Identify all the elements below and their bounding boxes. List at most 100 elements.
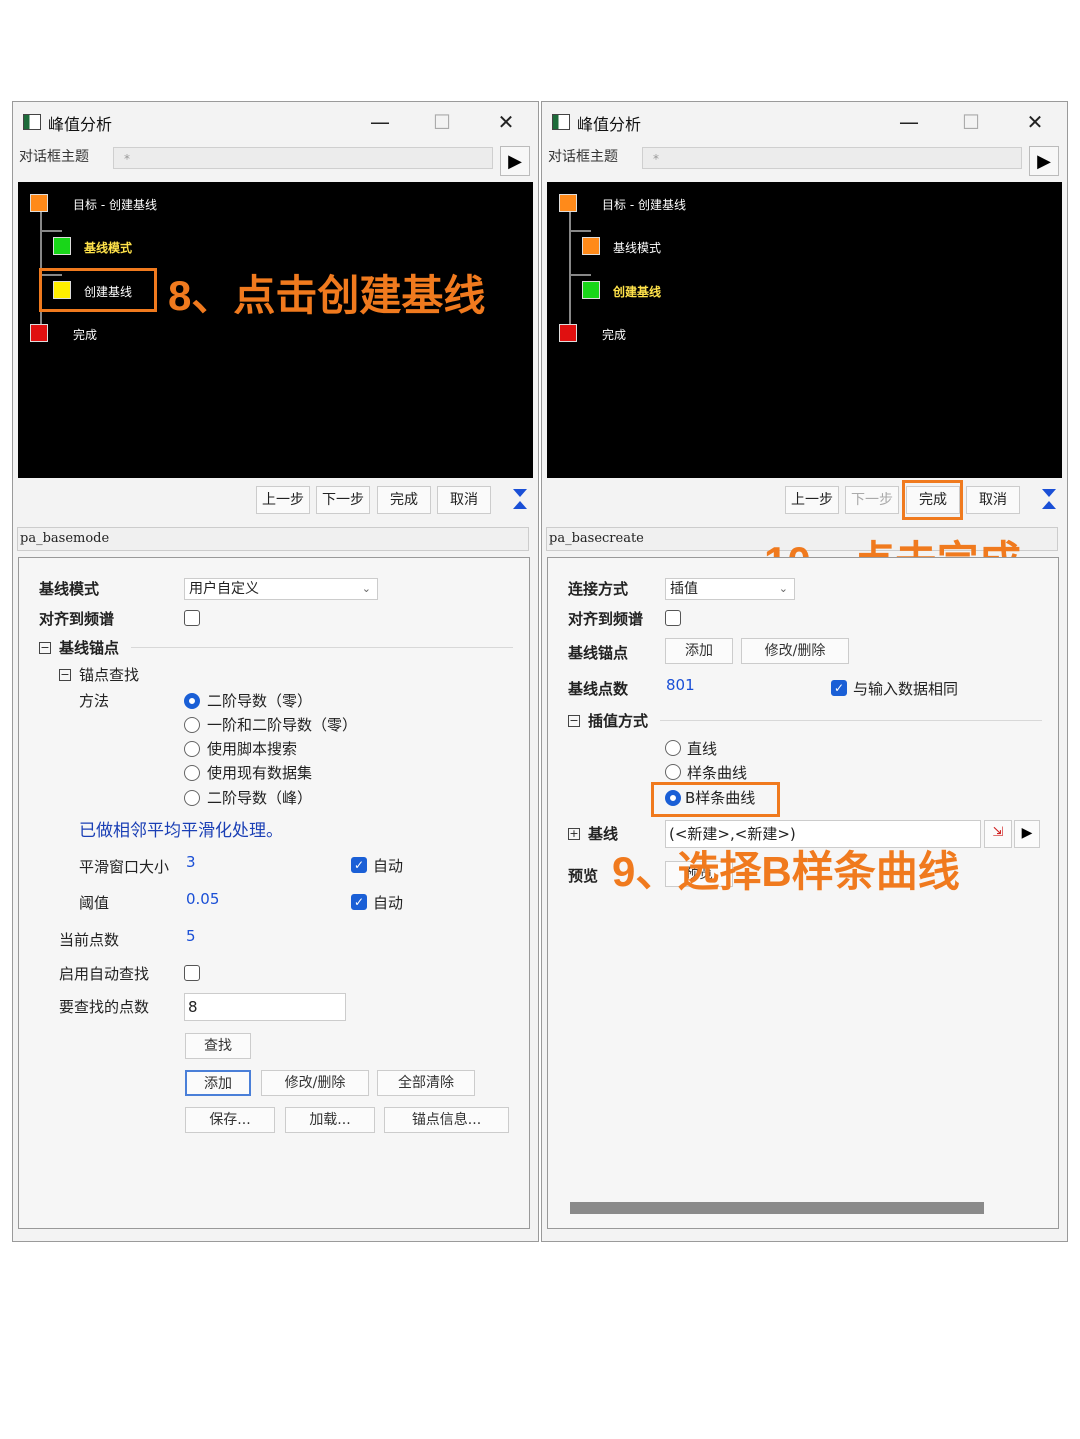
wizard-tree-canvas: 目标 - 创建基线 基线模式 创建基线 完成 [547,182,1062,478]
modify-delete-button[interactable]: 修改/删除 [741,638,849,664]
interp-option-spline: 样条曲线 [687,764,748,782]
baseline-anchor-label: 基线锚点 [568,644,629,662]
method-option-1: 二阶导数（零） [207,692,313,710]
smoothing-note: 已做相邻平均平滑化处理。 [79,821,283,841]
baseline-points-value[interactable]: 801 [666,676,695,694]
close-icon[interactable]: ✕ [1015,107,1055,137]
method-option-2: 一阶和二阶导数（零） [207,716,358,734]
horizontal-scrollbar[interactable] [570,1202,984,1214]
node-baseline-mode-label: 基线模式 [84,241,133,255]
connect-method-select[interactable]: 插值 ⌄ [665,578,795,600]
align-to-spectrum-label: 对齐到频谱 [39,610,115,628]
maximize-icon[interactable]: ☐ [422,107,462,137]
current-points-label: 当前点数 [59,931,120,949]
threshold-label: 阈值 [79,894,110,912]
threshold-auto-label: 自动 [373,894,404,912]
find-button[interactable]: 查找 [185,1033,251,1059]
expand-plus-icon[interactable]: + [568,828,580,840]
node-create-baseline-green[interactable] [582,281,600,299]
threshold-auto-checkbox[interactable]: ✓ [351,894,367,910]
align-to-spectrum-checkbox[interactable] [665,610,681,626]
node-target-orange[interactable] [30,194,48,212]
node-finish-red[interactable] [559,324,577,342]
minimize-icon[interactable]: — [360,107,400,137]
smoothing-auto-label: 自动 [373,857,404,875]
dialog-theme-input[interactable]: * [642,147,1022,169]
method-option-3: 使用脚本搜索 [207,740,298,758]
load-button[interactable]: 加载... [285,1107,375,1133]
callout-step8: 8、点击创建基线 [168,272,486,319]
interp-option-line: 直线 [687,740,718,758]
save-button[interactable]: 保存... [185,1107,275,1133]
node-finish-red[interactable] [30,324,48,342]
smoothing-window-value[interactable]: 3 [186,853,196,871]
interp-radio-line[interactable] [665,740,681,756]
preview-label: 预览 [568,867,599,885]
app-icon [23,114,41,130]
next-button[interactable]: 下一步 [845,486,899,514]
method-radio-4[interactable] [184,765,200,781]
title-bar: 峰值分析 — ☐ ✕ [542,102,1067,142]
play-icon[interactable]: ▶ [1029,146,1059,176]
prev-button[interactable]: 上一步 [256,486,310,514]
method-label: 方法 [79,692,110,710]
align-to-spectrum-checkbox[interactable] [184,610,200,626]
connect-method-value: 插值 [670,581,698,597]
baseline-mode-select[interactable]: 用户自定义 ⌄ [184,578,378,600]
arrow-down-icon[interactable] [1042,489,1056,497]
arrow-up-icon[interactable] [1042,501,1056,509]
same-as-input-checkbox[interactable]: ✓ [831,680,847,696]
maximize-icon[interactable]: ☐ [951,107,991,137]
collapse-minus-icon[interactable]: − [568,715,580,727]
add-anchor-button[interactable]: 添加 [185,1070,251,1096]
method-radio-1[interactable] [184,693,200,709]
smoothing-auto-checkbox[interactable]: ✓ [351,857,367,873]
node-baseline-mode-green[interactable] [53,237,71,255]
clear-all-button[interactable]: 全部清除 [377,1070,475,1096]
arrow-up-icon[interactable] [513,501,527,509]
arrow-down-icon[interactable] [513,489,527,497]
interp-radio-spline[interactable] [665,764,681,780]
interpolation-section-label: 插值方式 [588,712,649,730]
minimize-icon[interactable]: — [889,107,929,137]
peak-analysis-window-right: 峰值分析 — ☐ ✕ 对话框主题 * ▶ 目标 - 创建基线 基线模式 创建基线… [541,101,1068,1242]
baseline-mode-label: 基线模式 [39,580,100,598]
enable-auto-search-checkbox[interactable] [184,965,200,981]
anchor-info-button[interactable]: 锚点信息... [384,1107,509,1133]
method-radio-5[interactable] [184,790,200,806]
add-anchor-button[interactable]: 添加 [665,638,733,664]
select-data-icon[interactable]: ⇲ [984,820,1012,848]
baseline-mode-value: 用户自定义 [189,581,259,597]
chevron-down-icon: ⌄ [778,582,788,595]
anchor-section-label: 基线锚点 [59,639,120,657]
play-icon[interactable]: ▶ [500,146,530,176]
method-radio-3[interactable] [184,741,200,757]
smoothing-window-label: 平滑窗口大小 [79,858,170,876]
next-button[interactable]: 下一步 [316,486,370,514]
collapse-minus-icon[interactable]: − [39,642,51,654]
node-baseline-mode-orange[interactable] [582,237,600,255]
method-radio-2[interactable] [184,717,200,733]
page-id-label: pa_basemode [17,527,529,551]
window-title: 峰值分析 [577,115,642,134]
node-finish-label: 完成 [602,328,627,342]
close-icon[interactable]: ✕ [486,107,526,137]
node-target-orange[interactable] [559,194,577,212]
modify-delete-button[interactable]: 修改/删除 [261,1070,369,1096]
collapse-minus-icon[interactable]: − [59,669,71,681]
highlight-box-create-baseline [39,268,157,312]
prev-button[interactable]: 上一步 [785,486,839,514]
callout-step9: 9、选择B样条曲线 [612,848,960,895]
points-to-find-input[interactable]: 8 [184,993,346,1021]
collapse-arrows[interactable] [510,485,530,513]
menu-arrow-icon[interactable]: ▶ [1014,820,1040,848]
dialog-theme-input[interactable]: * [113,147,493,169]
cancel-button[interactable]: 取消 [437,486,491,514]
cancel-button[interactable]: 取消 [966,486,1020,514]
collapse-arrows[interactable] [1039,485,1059,513]
threshold-value[interactable]: 0.05 [186,890,219,908]
window-title: 峰值分析 [48,115,113,134]
finish-button[interactable]: 完成 [377,486,431,514]
wizard-tree-canvas: 目标 - 创建基线 基线模式 创建基线 完成 8、点击创建基线 [18,182,533,478]
node-target-label: 目标 - 创建基线 [73,198,157,212]
